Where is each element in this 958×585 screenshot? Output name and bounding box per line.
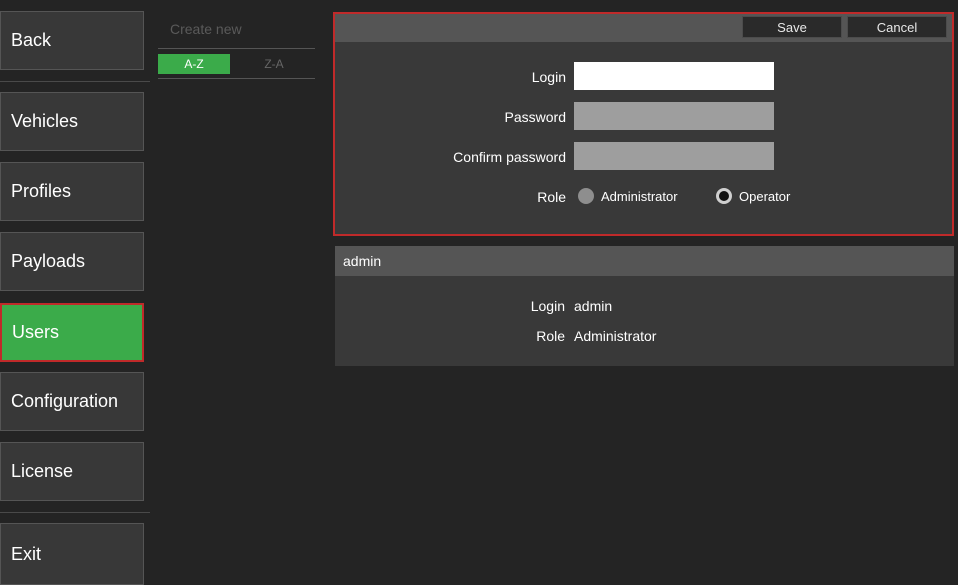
sidebar-divider [0,81,150,82]
confirm-password-label: Confirm password [453,149,566,165]
new-user-form: Save Cancel Login Password Confirm passw… [333,12,954,236]
sidebar-item-vehicles[interactable]: Vehicles [0,92,144,151]
role-label: Role [537,189,566,205]
sort-az-button[interactable]: A-Z [158,54,230,74]
sidebar-item-users[interactable]: Users [0,303,144,362]
sidebar-item-license[interactable]: License [0,442,144,501]
role-operator-radio[interactable] [716,188,732,204]
create-new-button[interactable]: Create new [170,21,242,37]
password-input[interactable] [574,102,774,130]
user-login-label: Login [530,298,565,314]
back-button[interactable]: Back [0,11,144,70]
user-card[interactable]: admin Login admin Role Administrator [335,246,954,366]
sidebar-divider [0,512,150,513]
sidebar-item-configuration[interactable]: Configuration [0,372,144,431]
form-header: Save Cancel [335,14,952,42]
user-role-label: Role [536,328,565,344]
password-label: Password [504,109,566,125]
confirm-password-input[interactable] [574,142,774,170]
role-administrator-radio[interactable] [578,188,594,204]
cancel-button[interactable]: Cancel [847,16,947,38]
login-input[interactable] [574,62,774,90]
save-button[interactable]: Save [742,16,842,38]
exit-button[interactable]: Exit [0,523,144,585]
role-administrator-label[interactable]: Administrator [601,189,678,204]
sort-za-button[interactable]: Z-A [236,54,312,74]
user-role-value: Administrator [574,328,657,344]
sidebar-item-payloads[interactable]: Payloads [0,232,144,291]
sidebar-item-profiles[interactable]: Profiles [0,162,144,221]
divider [158,48,315,49]
role-operator-label[interactable]: Operator [739,189,790,204]
user-card-title: admin [335,246,954,276]
user-login-value: admin [574,298,613,314]
divider [158,78,315,79]
login-label: Login [531,69,566,85]
